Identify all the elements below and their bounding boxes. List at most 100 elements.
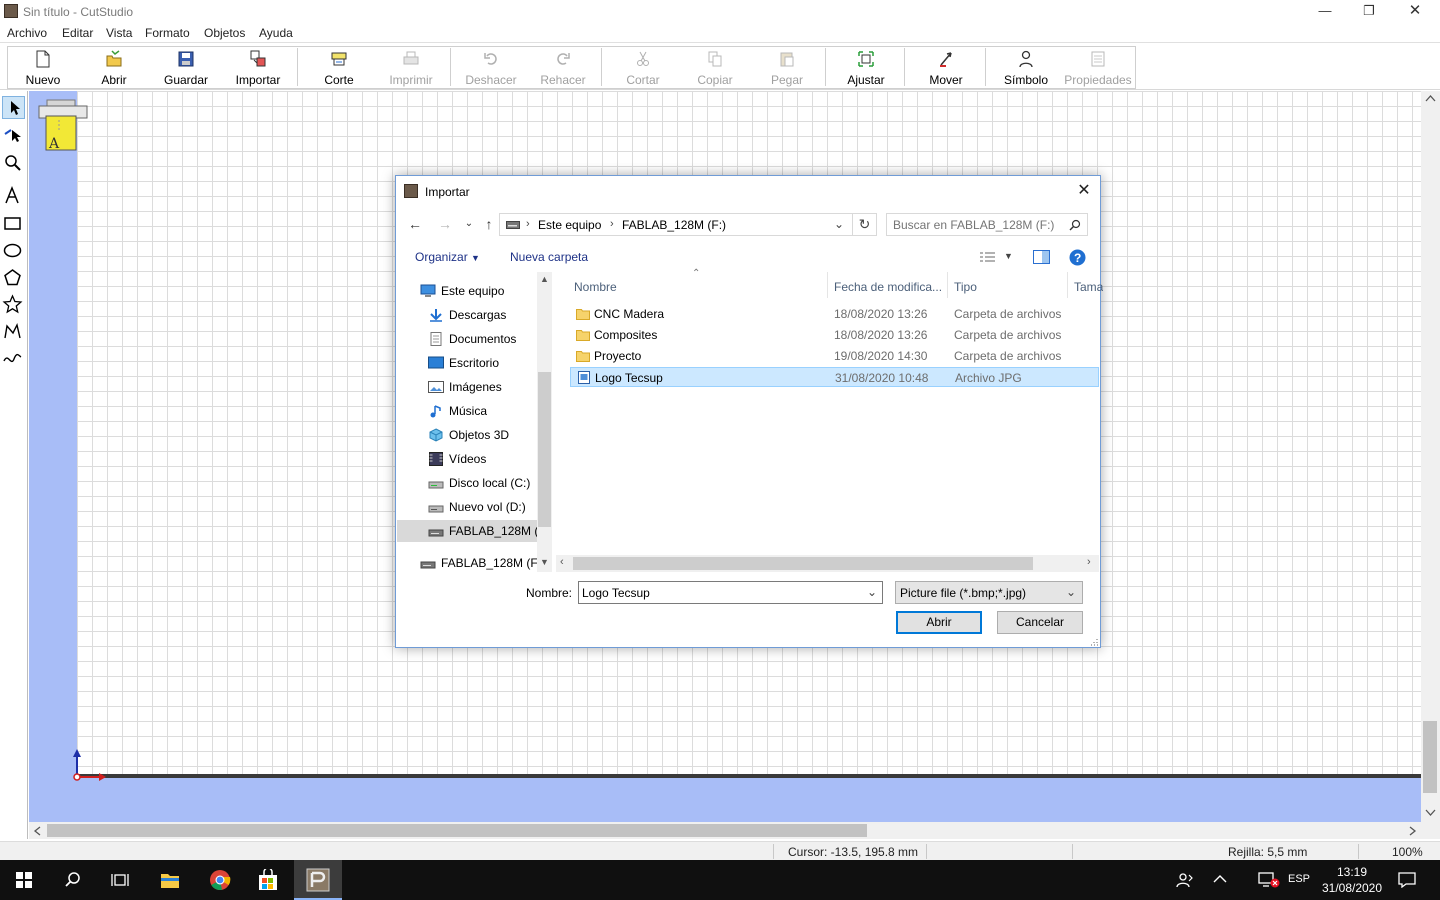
resize-grip-icon[interactable] bbox=[1088, 636, 1098, 646]
propiedades-button[interactable]: Propiedades bbox=[1062, 48, 1134, 88]
chrome-taskbar[interactable] bbox=[196, 860, 244, 900]
edit-node-tool[interactable] bbox=[2, 124, 25, 147]
language-indicator[interactable]: ESP bbox=[1288, 873, 1310, 885]
polygon-tool[interactable] bbox=[2, 267, 25, 290]
task-view-button[interactable] bbox=[96, 860, 144, 900]
abrir-button[interactable]: Abrir bbox=[78, 48, 150, 88]
imprimir-button[interactable]: Imprimir bbox=[375, 48, 447, 88]
rehacer-button[interactable]: Rehacer bbox=[527, 48, 599, 88]
importar-button[interactable]: Importar bbox=[222, 48, 294, 88]
rectangle-tool[interactable] bbox=[2, 213, 25, 236]
view-menu-caret-icon[interactable]: ▼ bbox=[1004, 251, 1013, 261]
polyline-tool[interactable] bbox=[2, 321, 25, 344]
scroll-left-icon[interactable] bbox=[33, 826, 41, 836]
canvas-horizontal-scrollbar[interactable] bbox=[29, 822, 1421, 839]
nuevo-button[interactable]: Nuevo bbox=[7, 48, 79, 88]
back-button[interactable]: ← bbox=[404, 214, 426, 234]
filename-field[interactable]: ⌄ bbox=[578, 581, 883, 604]
nav-disco-local-c[interactable]: Disco local (C:) bbox=[397, 472, 537, 494]
open-button[interactable]: Abrir bbox=[896, 611, 982, 634]
search-taskbar-button[interactable] bbox=[48, 860, 96, 900]
scroll-up-icon[interactable]: ▲ bbox=[540, 274, 549, 284]
notifications-icon[interactable] bbox=[1398, 872, 1416, 888]
menu-ayuda[interactable]: Ayuda bbox=[259, 26, 293, 40]
scroll-up-icon[interactable] bbox=[1425, 94, 1436, 102]
people-icon[interactable] bbox=[1176, 872, 1194, 888]
file-explorer-taskbar[interactable] bbox=[146, 860, 194, 900]
nav-musica[interactable]: Música bbox=[397, 400, 537, 422]
up-button[interactable]: ↑ bbox=[478, 214, 500, 234]
copiar-button[interactable]: Copiar bbox=[679, 48, 751, 88]
file-list[interactable]: Nombre ⌃ Fecha de modifica... Tipo Tama … bbox=[556, 268, 1103, 572]
filename-input[interactable] bbox=[582, 585, 862, 601]
preview-pane-icon[interactable] bbox=[1033, 250, 1050, 264]
nav-nuevo-vol-d[interactable]: Nuevo vol (D:) bbox=[397, 496, 537, 518]
start-button[interactable] bbox=[0, 860, 48, 900]
network-disconnected-icon[interactable] bbox=[1258, 872, 1280, 888]
file-row[interactable]: Proyecto 19/08/2020 14:30 Carpeta de arc… bbox=[570, 346, 1099, 366]
nav-objetos-3d[interactable]: Objetos 3D bbox=[397, 424, 537, 446]
file-row[interactable]: CNC Madera 18/08/2020 13:26 Carpeta de a… bbox=[570, 304, 1099, 324]
nav-videos[interactable]: Vídeos bbox=[397, 448, 537, 470]
breadcrumb-root[interactable]: Este equipo bbox=[538, 218, 601, 232]
nav-este-equipo[interactable]: Este equipo bbox=[397, 280, 537, 302]
menu-objetos[interactable]: Objetos bbox=[204, 26, 245, 40]
text-tool[interactable] bbox=[2, 185, 25, 208]
new-folder-button[interactable]: Nueva carpeta bbox=[510, 250, 588, 264]
store-taskbar[interactable] bbox=[244, 860, 292, 900]
nav-fablab-f-root[interactable]: FABLAB_128M (F:) bbox=[397, 552, 545, 574]
nav-fablab-f[interactable]: FABLAB_128M (F bbox=[397, 520, 537, 542]
close-button[interactable]: ✕ bbox=[1392, 0, 1438, 23]
chevron-up-icon[interactable] bbox=[1213, 874, 1227, 884]
cutstudio-taskbar[interactable] bbox=[294, 860, 342, 900]
help-icon[interactable]: ? bbox=[1069, 249, 1086, 266]
file-row[interactable]: Composites 18/08/2020 13:26 Carpeta de a… bbox=[570, 325, 1099, 345]
mover-button[interactable]: Mover bbox=[910, 48, 982, 88]
select-tool[interactable] bbox=[2, 96, 25, 119]
minimize-button[interactable]: — bbox=[1302, 0, 1348, 23]
star-tool[interactable] bbox=[2, 294, 25, 317]
scroll-right-icon[interactable]: › bbox=[1087, 556, 1091, 568]
zoom-tool[interactable] bbox=[2, 152, 25, 175]
address-bar[interactable]: › Este equipo › FABLAB_128M (F:) ⌄ bbox=[499, 213, 853, 236]
scroll-thumb[interactable] bbox=[573, 557, 1033, 570]
clock[interactable]: 13:19 31/08/2020 bbox=[1312, 864, 1392, 896]
scroll-down-icon[interactable]: ▼ bbox=[540, 557, 549, 567]
scroll-down-icon[interactable] bbox=[1425, 809, 1436, 817]
column-type[interactable]: Tipo bbox=[948, 272, 1068, 298]
deshacer-button[interactable]: Deshacer bbox=[455, 48, 527, 88]
search-box[interactable] bbox=[886, 213, 1088, 236]
file-list-horizontal-scrollbar[interactable]: ‹ › bbox=[556, 555, 1099, 572]
ajustar-button[interactable]: Ajustar bbox=[830, 48, 902, 88]
restore-button[interactable]: ❐ bbox=[1346, 0, 1392, 23]
search-input[interactable] bbox=[893, 217, 1063, 233]
scroll-thumb[interactable] bbox=[1423, 721, 1437, 793]
chevron-down-icon[interactable]: ⌄ bbox=[834, 217, 844, 231]
canvas-vertical-scrollbar[interactable] bbox=[1421, 91, 1440, 822]
pegar-button[interactable]: Pegar bbox=[751, 48, 823, 88]
filetype-select[interactable]: Picture file (*.bmp;*.jpg) ⌄ bbox=[895, 581, 1083, 604]
ellipse-tool[interactable] bbox=[2, 240, 25, 263]
guardar-button[interactable]: Guardar bbox=[150, 48, 222, 88]
menu-editar[interactable]: Editar bbox=[62, 26, 93, 40]
nav-documentos[interactable]: Documentos bbox=[397, 328, 537, 350]
nav-escritorio[interactable]: Escritorio bbox=[397, 352, 537, 374]
simbolo-button[interactable]: Símbolo bbox=[990, 48, 1062, 88]
organize-button[interactable]: Organizar ▼ bbox=[415, 250, 480, 264]
recent-locations-button[interactable]: ⌄ bbox=[458, 214, 480, 234]
column-date[interactable]: Fecha de modifica... bbox=[828, 272, 948, 298]
file-row-selected[interactable]: Logo Tecsup 31/08/2020 10:48 Archivo JPG bbox=[570, 367, 1099, 387]
nav-imagenes[interactable]: Imágenes bbox=[397, 376, 537, 398]
view-details-icon[interactable] bbox=[979, 251, 997, 265]
menu-vista[interactable]: Vista bbox=[106, 26, 132, 40]
scroll-thumb[interactable] bbox=[538, 372, 551, 527]
dialog-close-button[interactable]: ✕ bbox=[1072, 180, 1096, 202]
nav-descargas[interactable]: Descargas bbox=[397, 304, 537, 326]
scroll-right-icon[interactable] bbox=[1409, 826, 1417, 836]
chevron-down-icon[interactable]: ⌄ bbox=[867, 585, 877, 599]
cancel-button[interactable]: Cancelar bbox=[997, 611, 1083, 634]
menu-formato[interactable]: Formato bbox=[145, 26, 190, 40]
column-size[interactable]: Tama bbox=[1068, 272, 1103, 298]
menu-archivo[interactable]: Archivo bbox=[7, 26, 47, 40]
nav-pane-scrollbar[interactable]: ▲ ▼ bbox=[537, 272, 552, 572]
